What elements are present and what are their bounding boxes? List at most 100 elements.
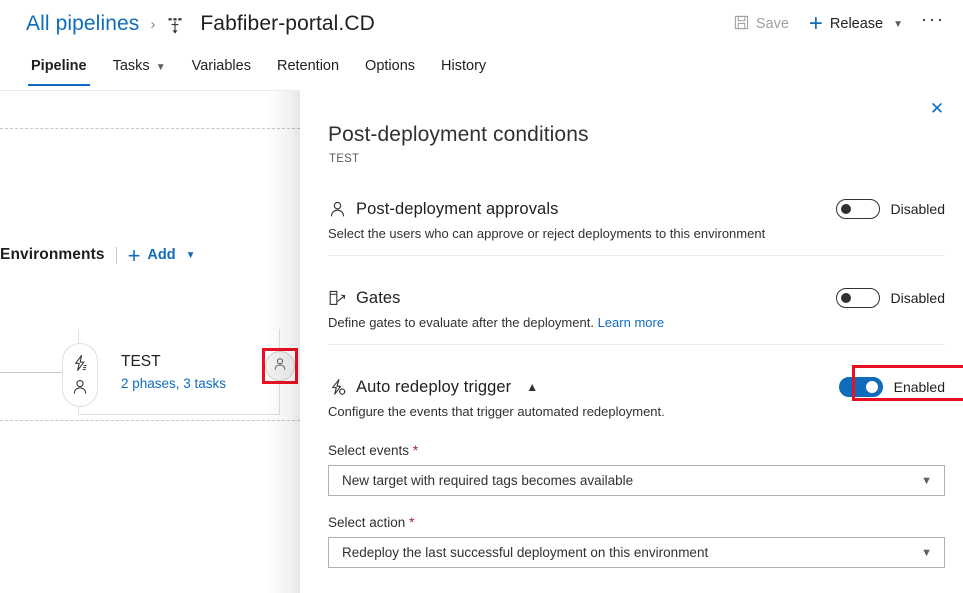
auto-redeploy-toggle-label: Enabled [894,379,945,395]
vertical-divider [116,247,117,264]
section-post-deployment-approvals: Post-deployment approvals Disabled Selec… [328,199,945,241]
auto-redeploy-toggle-group: Enabled [839,377,945,397]
plus-icon: + [809,17,823,31]
section-description: Define gates to evaluate after the deplo… [328,315,945,330]
breadcrumb-all-pipelines-link[interactable]: All pipelines [26,12,139,36]
chevron-up-icon[interactable]: ▲ [526,380,538,394]
post-deployment-approvals-toggle[interactable] [836,199,880,219]
gates-toggle[interactable] [836,288,880,308]
close-icon[interactable]: ✕ [923,94,951,122]
tab-retention-label: Retention [277,58,339,74]
section-title-group: Post-deployment approvals [328,200,558,219]
lightning-bolt-icon[interactable] [71,354,89,372]
save-label: Save [756,16,789,32]
approvals-toggle-group: Disabled [836,199,945,219]
pipeline-canvas: Environments + Add ▼ TEST 2 phases, 3 ta… [0,91,300,593]
chevron-down-icon: ▼ [921,475,932,487]
tab-pipeline-label: Pipeline [31,58,87,74]
environment-summary-link[interactable]: 2 phases, 3 tasks [121,376,226,391]
toolbar: Save + Release ▼ ··· [724,0,963,48]
environment-card-text: TEST 2 phases, 3 tasks [121,353,226,391]
tab-pipeline[interactable]: Pipeline [18,52,100,86]
field-select-action: Select action * Redeploy the last succes… [328,515,945,568]
select-events-label-text: Select events [328,443,409,458]
release-button[interactable]: + Release ▼ [799,10,913,38]
save-disk-icon [734,15,749,34]
section-title: Post-deployment approvals [356,200,558,219]
environments-label: Environments [0,246,105,264]
toggle-knob [866,381,878,393]
toggle-knob [841,293,851,303]
section-auto-redeploy-trigger: Auto redeploy trigger ▲ Enabled Configur… [328,377,945,419]
select-action-label-text: Select action [328,515,405,530]
add-environment-button[interactable]: + Add ▼ [128,247,196,263]
panel-subtitle: TEST [329,153,359,165]
select-action-value: Redeploy the last successful deployment … [342,545,708,560]
tab-variables-label: Variables [192,58,251,74]
post-deployment-conditions-panel: ✕ Post-deployment conditions TEST Post-d… [300,91,963,593]
tab-tasks-label: Tasks [113,58,150,74]
select-events-label: Select events * [328,443,945,458]
section-divider-1 [328,255,945,256]
person-icon [272,356,288,377]
auto-redeploy-trigger-toggle[interactable] [839,377,883,397]
add-environment-label: Add [147,247,175,263]
section-title: Gates [356,289,401,308]
canvas-divider-bottom [0,420,300,421]
toggle-knob [841,204,851,214]
select-events-value: New target with required tags becomes av… [342,473,633,488]
person-icon[interactable] [71,378,89,396]
gates-icon [328,289,347,308]
chevron-down-icon[interactable]: ▼ [186,250,196,261]
tab-options-label: Options [365,58,415,74]
chevron-down-icon[interactable]: ▼ [893,19,903,30]
section-divider-2 [328,344,945,345]
tab-retention[interactable]: Retention [264,52,352,86]
save-button[interactable]: Save [724,9,799,40]
approvals-toggle-label: Disabled [891,201,945,217]
section-title-group: Auto redeploy trigger ▲ [328,378,538,397]
environment-pre-conditions-pill [62,343,98,407]
breadcrumb-separator: › [148,16,157,33]
gates-description-text: Define gates to evaluate after the deplo… [328,315,594,330]
chevron-down-icon: ▼ [921,547,932,559]
gates-toggle-label: Disabled [891,290,945,306]
section-gates: Gates Disabled Define gates to evaluate … [328,288,945,330]
field-select-events: Select events * New target with required… [328,443,945,496]
section-header: Gates Disabled [328,288,945,308]
required-marker: * [413,443,418,458]
breadcrumb-current-pipeline: Fabfiber-portal.CD [200,12,375,36]
tab-history-label: History [441,58,486,74]
panel-title: Post-deployment conditions [328,123,589,147]
required-marker: * [409,515,414,530]
auto-redeploy-icon [328,378,347,397]
release-label: Release [830,16,883,32]
environment-name: TEST [121,353,226,371]
gates-learn-more-link[interactable]: Learn more [598,315,664,330]
environments-header: Environments + Add ▼ [0,246,196,264]
select-action-dropdown[interactable]: Redeploy the last successful deployment … [328,537,945,568]
chevron-down-icon: ▼ [156,62,166,73]
more-ellipsis-icon[interactable]: ··· [913,15,963,33]
section-title-group: Gates [328,289,401,308]
environment-post-approval-icon-button[interactable] [265,351,295,381]
select-events-dropdown[interactable]: New target with required tags becomes av… [328,465,945,496]
section-description: Configure the events that trigger automa… [328,404,945,419]
tab-options[interactable]: Options [352,52,428,86]
tab-bar: Pipeline Tasks ▼ Variables Retention Opt… [0,52,963,91]
section-title: Auto redeploy trigger [356,378,511,397]
tab-variables[interactable]: Variables [179,52,264,86]
section-description: Select the users who can approve or reje… [328,226,945,241]
top-header-bar: All pipelines › Fabfiber-portal.CD [0,0,963,48]
section-header: Auto redeploy trigger ▲ Enabled [328,377,945,397]
breadcrumb: All pipelines › Fabfiber-portal.CD [26,12,375,36]
select-action-label: Select action * [328,515,945,530]
gates-toggle-group: Disabled [836,288,945,308]
canvas-divider-top [0,128,300,129]
plus-icon: + [128,249,141,262]
tab-history[interactable]: History [428,52,499,86]
person-icon [328,200,347,219]
environment-card-test[interactable]: TEST 2 phases, 3 tasks [78,329,280,415]
section-header: Post-deployment approvals Disabled [328,199,945,219]
tab-tasks[interactable]: Tasks ▼ [100,52,179,86]
